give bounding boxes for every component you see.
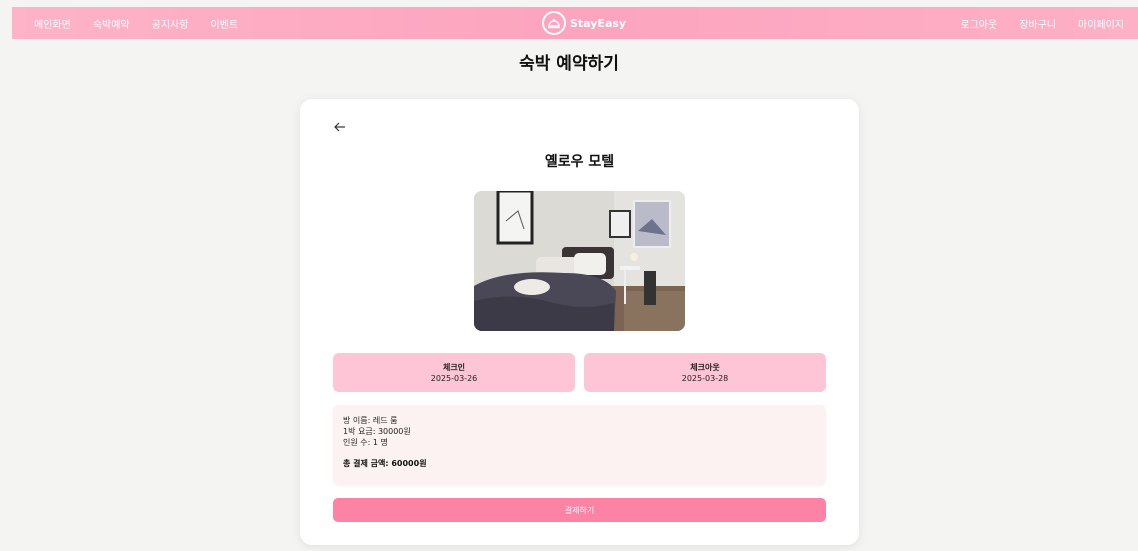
nav-item-cart[interactable]: 장바구니 [1019,16,1056,31]
nav-item-events[interactable]: 이벤트 [210,16,238,31]
back-button[interactable] [330,117,350,135]
price-per-night-line: 1박 요금: 30000원 [343,427,411,436]
brand-name: StayEasy [570,16,627,30]
nav-item-home[interactable]: 메인화면 [34,16,71,31]
hotel-name: 옐로우 모텔 [544,154,615,170]
arrow-left-icon [334,117,346,136]
guest-count-line: 인원 수: 1 명 [343,438,388,447]
checkin-date: 2025-03-26 [430,374,478,383]
nav-left-group: 메인화면 숙박예약 공지사항 이벤트 [34,16,238,31]
nav-item-mypage[interactable]: 마이페이지 [1078,16,1124,31]
pay-button[interactable]: 결제하기 [333,498,826,522]
page-title: 숙박 예약하기 [519,54,619,74]
nav-right-group: 로그아웃 장바구니 마이페이지 [960,16,1124,31]
checkin-box[interactable]: 체크인 2025-03-26 [333,353,575,392]
top-navigation-bar: 메인화면 숙박예약 공지사항 이벤트 StayEasy 로그아웃 장바구니 마이… [12,7,1138,39]
room-photo [474,191,685,331]
brand-logo-link[interactable]: StayEasy [542,7,626,39]
room-name-line: 방 이름: 레드 룸 [343,416,398,425]
booking-summary: 방 이름: 레드 룸 1박 요금: 30000원 인원 수: 1 명 총 결제 … [333,405,826,485]
total-amount-line: 총 결제 금액: 60000원 [343,458,816,469]
checkout-date: 2025-03-28 [681,374,729,383]
nav-item-logout[interactable]: 로그아웃 [960,16,997,31]
nav-item-booking[interactable]: 숙박예약 [93,16,130,31]
booking-card: 옐로우 모텔 체크인 2025-03-26 체크아웃 2025-03-28 방 … [300,99,859,545]
total-amount-value: 60000원 [391,459,427,468]
checkout-box[interactable]: 체크아웃 2025-03-28 [584,353,826,392]
nav-item-notices[interactable]: 공지사항 [152,16,189,31]
checkin-label: 체크인 [442,363,466,372]
hotel-bell-icon [542,11,566,35]
total-amount-label: 총 결제 금액: [343,459,392,468]
checkout-label: 체크아웃 [690,363,720,372]
